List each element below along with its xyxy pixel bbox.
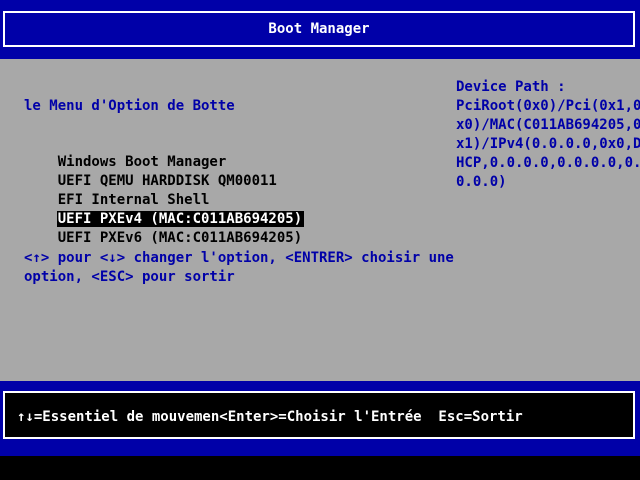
device-path-line: x0)/MAC(C011AB694205,0 (456, 117, 640, 133)
page-title: Boot Manager (268, 21, 370, 37)
boot-option-uefi-qemu-harddisk[interactable]: UEFI QEMU HARDDISK QM00011 (24, 154, 277, 189)
device-path-line: HCP,0.0.0.0,0.0.0.0,0. (456, 155, 640, 171)
boot-option-windows-boot-manager[interactable]: Windows Boot Manager (24, 135, 227, 170)
menu-heading: le Menu d'Option de Botte (24, 98, 235, 114)
boot-option-efi-internal-shell[interactable]: EFI Internal Shell (24, 173, 210, 208)
header-bar: Boot Manager (0, 0, 640, 59)
footer-hint-box: ↑↓=Essentiel de mouvemen<Enter>=Choisir … (3, 391, 635, 439)
help-text-line-2: option, <ESC> pour sortir (24, 269, 235, 285)
device-path-label: Device Path : (456, 79, 566, 95)
boot-option-label: UEFI PXEv6 (MAC:C011AB694205) (57, 230, 303, 246)
boot-option-uefi-pxev6[interactable]: UEFI PXEv6 (MAC:C011AB694205) (24, 211, 302, 246)
page-title-box: Boot Manager (3, 11, 635, 47)
boot-option-uefi-pxev4[interactable]: UEFI PXEv4 (MAC:C011AB694205) (24, 192, 305, 227)
device-path-line: 0.0.0) (456, 174, 507, 190)
footer-hint: ↑↓=Essentiel de mouvemen<Enter>=Choisir … (17, 409, 523, 425)
help-text-line-1: <↑> pour <↓> changer l'option, <ENTRER> … (24, 250, 454, 266)
footer-bar: ↑↓=Essentiel de mouvemen<Enter>=Choisir … (0, 381, 640, 456)
device-path-line: x1)/IPv4(0.0.0.0,0x0,D (456, 136, 640, 152)
main-panel: le Menu d'Option de Botte Windows Boot M… (0, 59, 640, 381)
device-path-line: PciRoot(0x0)/Pci(0x1,0 (456, 98, 640, 114)
bottom-strip (0, 456, 640, 480)
